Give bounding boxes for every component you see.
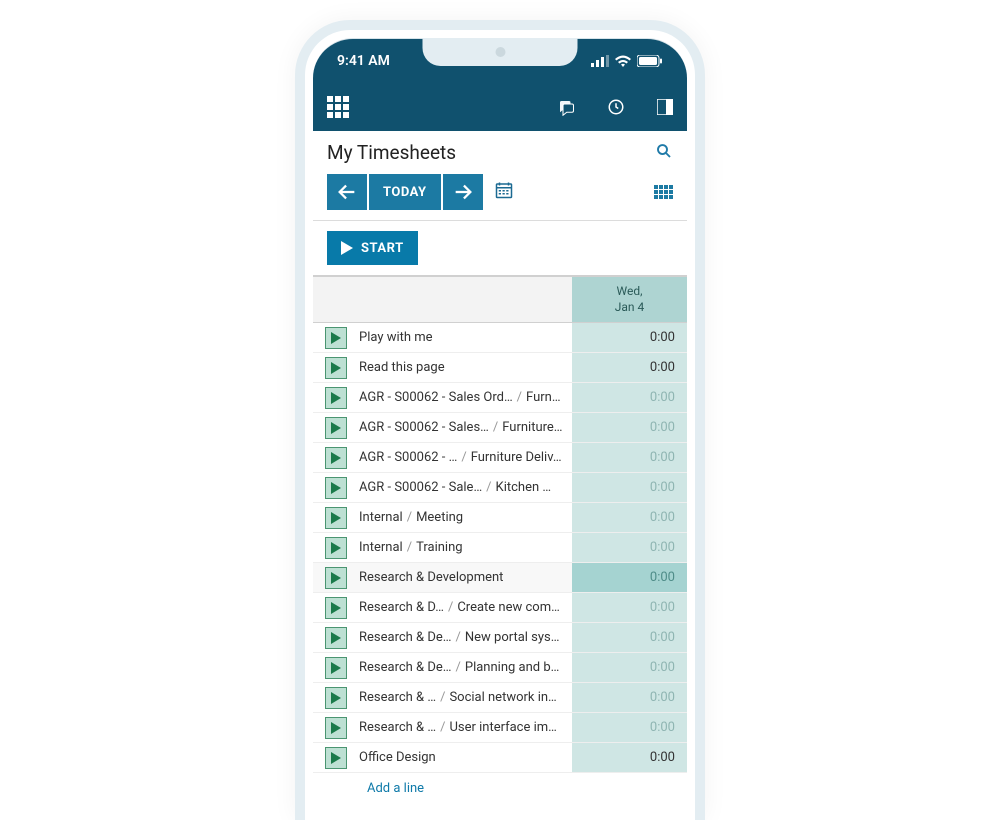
row-time[interactable]: 0:00: [572, 563, 687, 592]
row-label: Research & D… / Create new com…: [359, 600, 560, 615]
row-label: AGR - S00062 - … / Furniture Deliv…: [359, 450, 562, 465]
page-header: My Timesheets: [313, 131, 687, 170]
apps-grid-icon[interactable]: [327, 96, 349, 118]
play-icon[interactable]: [325, 507, 347, 529]
row-label: Research & De… / New portal sys…: [359, 630, 559, 645]
panel-icon[interactable]: [657, 99, 673, 115]
signal-icon: [591, 55, 609, 67]
play-icon[interactable]: [325, 597, 347, 619]
row-label: Play with me: [359, 330, 433, 345]
row-time[interactable]: 0:00: [572, 533, 687, 562]
row-label: AGR - S00062 - Sale… / Kitchen …: [359, 480, 551, 495]
timesheet-row[interactable]: Research & De… / Planning and b… 0:00: [313, 653, 687, 683]
row-label: Research & Development: [359, 570, 503, 585]
play-icon[interactable]: [325, 387, 347, 409]
timesheet-row[interactable]: Read this page 0:00: [313, 353, 687, 383]
timesheet-row[interactable]: AGR - S00062 - Sales… / Furniture… 0:00: [313, 413, 687, 443]
status-time: 9:41 AM: [337, 53, 390, 69]
timesheet-row[interactable]: Play with me 0:00: [313, 323, 687, 353]
timesheet-row[interactable]: AGR - S00062 - Sale… / Kitchen … 0:00: [313, 473, 687, 503]
search-icon[interactable]: [655, 142, 673, 164]
timesheet-row[interactable]: Research & D… / Create new com… 0:00: [313, 593, 687, 623]
row-label: Research & … / User interface im…: [359, 720, 557, 735]
row-time[interactable]: 0:00: [572, 653, 687, 682]
row-time[interactable]: 0:00: [572, 383, 687, 412]
row-label: Research & … / Social network in…: [359, 690, 557, 705]
row-time[interactable]: 0:00: [572, 353, 687, 382]
row-label: AGR - S00062 - Sales Ord… / Furn…: [359, 390, 561, 405]
app-bar: [313, 83, 687, 131]
row-time[interactable]: 0:00: [572, 623, 687, 652]
timesheet-row[interactable]: Internal / Training 0:00: [313, 533, 687, 563]
timesheet-row[interactable]: Research & … / Social network in… 0:00: [313, 683, 687, 713]
row-time[interactable]: 0:00: [572, 413, 687, 442]
row-time[interactable]: 0:00: [572, 473, 687, 502]
row-time[interactable]: 0:00: [572, 713, 687, 742]
play-icon[interactable]: [325, 537, 347, 559]
row-label: Research & De… / Planning and b…: [359, 660, 559, 675]
row-time[interactable]: 0:00: [572, 743, 687, 772]
timesheet-row[interactable]: Research & Development 0:00: [313, 563, 687, 593]
view-grid-icon[interactable]: [654, 185, 673, 199]
clock-icon[interactable]: [607, 98, 625, 116]
play-icon[interactable]: [325, 477, 347, 499]
page-title: My Timesheets: [327, 141, 456, 164]
play-icon[interactable]: [325, 567, 347, 589]
date-nav: TODAY: [313, 170, 687, 221]
start-button-label: START: [361, 241, 404, 256]
start-timer-button[interactable]: START: [327, 231, 418, 265]
row-time[interactable]: 0:00: [572, 443, 687, 472]
row-time[interactable]: 0:00: [572, 683, 687, 712]
row-label: Office Design: [359, 750, 436, 765]
play-icon[interactable]: [325, 627, 347, 649]
timesheet-row[interactable]: AGR - S00062 - Sales Ord… / Furn… 0:00: [313, 383, 687, 413]
timesheet-row[interactable]: Research & De… / New portal sys… 0:00: [313, 623, 687, 653]
timesheet-row[interactable]: Office Design 0:00: [313, 743, 687, 773]
timesheet-row[interactable]: Internal / Meeting 0:00: [313, 503, 687, 533]
play-icon[interactable]: [325, 747, 347, 769]
play-icon[interactable]: [325, 417, 347, 439]
timesheet-row[interactable]: AGR - S00062 - … / Furniture Deliv… 0:00: [313, 443, 687, 473]
calendar-icon[interactable]: [495, 181, 513, 203]
timesheet-rows: Play with me0:00Read this page0:00AGR - …: [313, 323, 687, 773]
next-day-button[interactable]: [443, 174, 483, 210]
play-icon[interactable]: [325, 687, 347, 709]
row-time[interactable]: 0:00: [572, 323, 687, 352]
chat-icon[interactable]: [557, 98, 575, 116]
row-label: Internal / Training: [359, 540, 463, 555]
table-header: Wed, Jan 4: [313, 277, 687, 323]
start-row: START: [313, 221, 687, 277]
timesheet-row[interactable]: Research & … / User interface im… 0:00: [313, 713, 687, 743]
wifi-icon: [615, 55, 631, 67]
row-time[interactable]: 0:00: [572, 503, 687, 532]
date-column-header: Wed, Jan 4: [572, 277, 687, 322]
play-icon[interactable]: [325, 657, 347, 679]
row-label: AGR - S00062 - Sales… / Furniture…: [359, 420, 562, 435]
battery-icon: [637, 55, 663, 67]
add-line-button[interactable]: Add a line: [313, 773, 687, 804]
play-icon[interactable]: [325, 717, 347, 739]
row-label: Internal / Meeting: [359, 510, 463, 525]
today-button[interactable]: TODAY: [369, 174, 441, 210]
row-label: Read this page: [359, 360, 445, 375]
play-icon[interactable]: [325, 327, 347, 349]
play-icon[interactable]: [325, 447, 347, 469]
row-time[interactable]: 0:00: [572, 593, 687, 622]
prev-day-button[interactable]: [327, 174, 367, 210]
play-icon[interactable]: [325, 357, 347, 379]
